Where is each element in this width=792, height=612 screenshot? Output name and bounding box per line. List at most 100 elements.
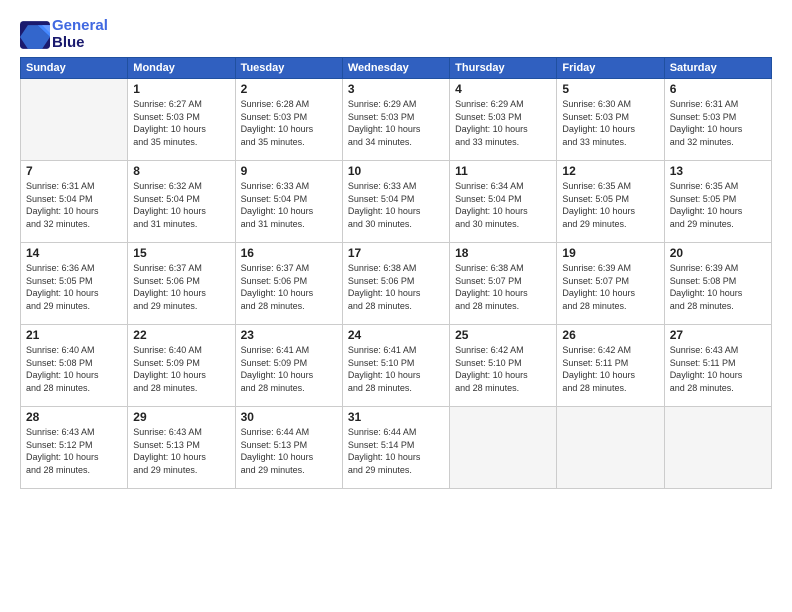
day-number: 4 bbox=[455, 82, 551, 96]
calendar-cell: 23Sunrise: 6:41 AM Sunset: 5:09 PM Dayli… bbox=[235, 325, 342, 407]
day-number: 8 bbox=[133, 164, 229, 178]
calendar-week-0: 1 Sunrise: 6:27 AM Sunset: 5:03 PM Daylig… bbox=[21, 79, 772, 161]
calendar-cell: 14Sunrise: 6:36 AM Sunset: 5:05 PM Dayli… bbox=[21, 243, 128, 325]
calendar-cell: 1 Sunrise: 6:27 AM Sunset: 5:03 PM Daylig… bbox=[128, 79, 235, 161]
cell-text: Sunrise: 6:43 AM Sunset: 5:11 PM Dayligh… bbox=[670, 344, 766, 394]
calendar-week-3: 21 Sunrise: 6:40 AM Sunset: 5:08 PM Dayli… bbox=[21, 325, 772, 407]
calendar-cell bbox=[664, 407, 771, 489]
cell-text: Sunrise: 6:40 AM Sunset: 5:08 PM Dayligh… bbox=[26, 344, 122, 394]
weekday-header-row: SundayMondayTuesdayWednesdayThursdayFrid… bbox=[21, 58, 772, 79]
day-number: 27 bbox=[670, 328, 766, 342]
logo-icon bbox=[20, 21, 50, 49]
calendar-cell: 9 Sunrise: 6:33 AM Sunset: 5:04 PM Daylig… bbox=[235, 161, 342, 243]
calendar-cell: 5 Sunrise: 6:30 AM Sunset: 5:03 PM Daylig… bbox=[557, 79, 664, 161]
calendar-cell bbox=[21, 79, 128, 161]
cell-text: Sunrise: 6:37 AM Sunset: 5:06 PM Dayligh… bbox=[241, 262, 337, 312]
cell-text: Sunrise: 6:33 AM Sunset: 5:04 PM Dayligh… bbox=[241, 180, 337, 230]
day-number: 6 bbox=[670, 82, 766, 96]
calendar-cell: 30 Sunrise: 6:44 AM Sunset: 5:13 PM Dayli… bbox=[235, 407, 342, 489]
day-number: 31 bbox=[348, 410, 444, 424]
cell-text: Sunrise: 6:29 AM Sunset: 5:03 PM Dayligh… bbox=[455, 98, 551, 148]
header: General Blue bbox=[20, 18, 772, 51]
calendar-cell: 27 Sunrise: 6:43 AM Sunset: 5:11 PM Dayli… bbox=[664, 325, 771, 407]
calendar-cell: 11 Sunrise: 6:34 AM Sunset: 5:04 PM Dayli… bbox=[450, 161, 557, 243]
cell-text: Sunrise: 6:44 AM Sunset: 5:13 PM Dayligh… bbox=[241, 426, 337, 476]
calendar-cell: 26Sunrise: 6:42 AM Sunset: 5:11 PM Dayli… bbox=[557, 325, 664, 407]
day-number: 14 bbox=[26, 246, 122, 260]
calendar-cell: 7Sunrise: 6:31 AM Sunset: 5:04 PM Daylig… bbox=[21, 161, 128, 243]
cell-text: Sunrise: 6:43 AM Sunset: 5:13 PM Dayligh… bbox=[133, 426, 229, 476]
cell-text: Sunrise: 6:41 AM Sunset: 5:09 PM Dayligh… bbox=[241, 344, 337, 394]
calendar-cell: 16 Sunrise: 6:37 AM Sunset: 5:06 PM Dayli… bbox=[235, 243, 342, 325]
calendar-week-4: 28Sunrise: 6:43 AM Sunset: 5:12 PM Dayli… bbox=[21, 407, 772, 489]
cell-text: Sunrise: 6:40 AM Sunset: 5:09 PM Dayligh… bbox=[133, 344, 229, 394]
day-number: 3 bbox=[348, 82, 444, 96]
cell-text: Sunrise: 6:30 AM Sunset: 5:03 PM Dayligh… bbox=[562, 98, 658, 148]
weekday-tuesday: Tuesday bbox=[235, 58, 342, 79]
page: General Blue SundayMondayTuesdayWednesda… bbox=[0, 0, 792, 612]
day-number: 9 bbox=[241, 164, 337, 178]
calendar-week-1: 7Sunrise: 6:31 AM Sunset: 5:04 PM Daylig… bbox=[21, 161, 772, 243]
cell-text: Sunrise: 6:35 AM Sunset: 5:05 PM Dayligh… bbox=[670, 180, 766, 230]
calendar-cell: 12Sunrise: 6:35 AM Sunset: 5:05 PM Dayli… bbox=[557, 161, 664, 243]
calendar-cell: 15Sunrise: 6:37 AM Sunset: 5:06 PM Dayli… bbox=[128, 243, 235, 325]
day-number: 16 bbox=[241, 246, 337, 260]
cell-text: Sunrise: 6:34 AM Sunset: 5:04 PM Dayligh… bbox=[455, 180, 551, 230]
day-number: 10 bbox=[348, 164, 444, 178]
calendar-cell: 21 Sunrise: 6:40 AM Sunset: 5:08 PM Dayli… bbox=[21, 325, 128, 407]
calendar-cell: 6Sunrise: 6:31 AM Sunset: 5:03 PM Daylig… bbox=[664, 79, 771, 161]
day-number: 18 bbox=[455, 246, 551, 260]
day-number: 30 bbox=[241, 410, 337, 424]
cell-text: Sunrise: 6:44 AM Sunset: 5:14 PM Dayligh… bbox=[348, 426, 444, 476]
day-number: 22 bbox=[133, 328, 229, 342]
calendar-cell: 22 Sunrise: 6:40 AM Sunset: 5:09 PM Dayli… bbox=[128, 325, 235, 407]
weekday-friday: Friday bbox=[557, 58, 664, 79]
cell-text: Sunrise: 6:38 AM Sunset: 5:06 PM Dayligh… bbox=[348, 262, 444, 312]
calendar-cell: 24Sunrise: 6:41 AM Sunset: 5:10 PM Dayli… bbox=[342, 325, 449, 407]
calendar-cell: 31 Sunrise: 6:44 AM Sunset: 5:14 PM Dayli… bbox=[342, 407, 449, 489]
calendar-cell: 10Sunrise: 6:33 AM Sunset: 5:04 PM Dayli… bbox=[342, 161, 449, 243]
calendar-body: 1 Sunrise: 6:27 AM Sunset: 5:03 PM Daylig… bbox=[21, 79, 772, 489]
calendar-cell: 29 Sunrise: 6:43 AM Sunset: 5:13 PM Dayli… bbox=[128, 407, 235, 489]
calendar-table: SundayMondayTuesdayWednesdayThursdayFrid… bbox=[20, 57, 772, 489]
cell-text: Sunrise: 6:42 AM Sunset: 5:10 PM Dayligh… bbox=[455, 344, 551, 394]
logo: General Blue bbox=[20, 18, 108, 51]
cell-text: Sunrise: 6:38 AM Sunset: 5:07 PM Dayligh… bbox=[455, 262, 551, 312]
calendar-cell: 28Sunrise: 6:43 AM Sunset: 5:12 PM Dayli… bbox=[21, 407, 128, 489]
calendar-cell: 8 Sunrise: 6:32 AM Sunset: 5:04 PM Daylig… bbox=[128, 161, 235, 243]
day-number: 21 bbox=[26, 328, 122, 342]
calendar-cell: 20 Sunrise: 6:39 AM Sunset: 5:08 PM Dayli… bbox=[664, 243, 771, 325]
day-number: 7 bbox=[26, 164, 122, 178]
cell-text: Sunrise: 6:42 AM Sunset: 5:11 PM Dayligh… bbox=[562, 344, 658, 394]
day-number: 12 bbox=[562, 164, 658, 178]
calendar-cell: 13 Sunrise: 6:35 AM Sunset: 5:05 PM Dayli… bbox=[664, 161, 771, 243]
weekday-monday: Monday bbox=[128, 58, 235, 79]
cell-text: Sunrise: 6:27 AM Sunset: 5:03 PM Dayligh… bbox=[133, 98, 229, 148]
day-number: 11 bbox=[455, 164, 551, 178]
day-number: 28 bbox=[26, 410, 122, 424]
cell-text: Sunrise: 6:41 AM Sunset: 5:10 PM Dayligh… bbox=[348, 344, 444, 394]
calendar-cell: 18 Sunrise: 6:38 AM Sunset: 5:07 PM Dayli… bbox=[450, 243, 557, 325]
calendar-week-2: 14Sunrise: 6:36 AM Sunset: 5:05 PM Dayli… bbox=[21, 243, 772, 325]
calendar-cell: 19Sunrise: 6:39 AM Sunset: 5:07 PM Dayli… bbox=[557, 243, 664, 325]
calendar-cell bbox=[557, 407, 664, 489]
calendar-cell: 25Sunrise: 6:42 AM Sunset: 5:10 PM Dayli… bbox=[450, 325, 557, 407]
calendar-cell: 4 Sunrise: 6:29 AM Sunset: 5:03 PM Daylig… bbox=[450, 79, 557, 161]
day-number: 5 bbox=[562, 82, 658, 96]
day-number: 13 bbox=[670, 164, 766, 178]
day-number: 29 bbox=[133, 410, 229, 424]
day-number: 1 bbox=[133, 82, 229, 96]
calendar-cell bbox=[450, 407, 557, 489]
logo-text: General Blue bbox=[52, 18, 108, 51]
calendar-cell: 17 Sunrise: 6:38 AM Sunset: 5:06 PM Dayli… bbox=[342, 243, 449, 325]
cell-text: Sunrise: 6:29 AM Sunset: 5:03 PM Dayligh… bbox=[348, 98, 444, 148]
day-number: 19 bbox=[562, 246, 658, 260]
day-number: 20 bbox=[670, 246, 766, 260]
cell-text: Sunrise: 6:32 AM Sunset: 5:04 PM Dayligh… bbox=[133, 180, 229, 230]
day-number: 15 bbox=[133, 246, 229, 260]
cell-text: Sunrise: 6:39 AM Sunset: 5:08 PM Dayligh… bbox=[670, 262, 766, 312]
weekday-wednesday: Wednesday bbox=[342, 58, 449, 79]
day-number: 17 bbox=[348, 246, 444, 260]
day-number: 2 bbox=[241, 82, 337, 96]
cell-text: Sunrise: 6:28 AM Sunset: 5:03 PM Dayligh… bbox=[241, 98, 337, 148]
